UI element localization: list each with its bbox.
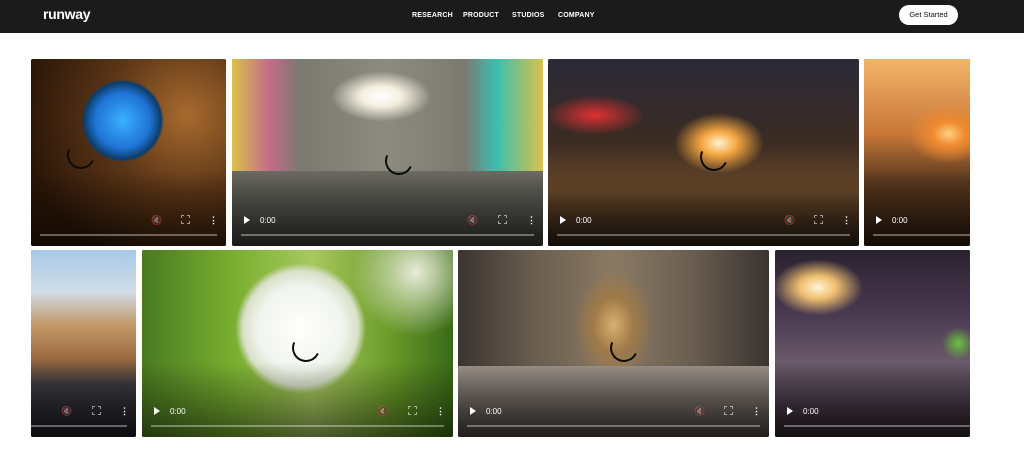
video-tile-light-tunnel[interactable]: 0:00 (775, 250, 970, 437)
video-tile-dandelion[interactable]: 0:00 🔇 ⋮ (142, 250, 453, 437)
video-tile-cave[interactable]: 🔇 ⋮ (31, 59, 226, 246)
mute-icon[interactable]: 🔇 (61, 406, 72, 417)
more-options-icon[interactable]: ⋮ (120, 406, 129, 417)
fullscreen-icon[interactable] (724, 406, 733, 415)
video-controls: 0:00 🔇 ⋮ (142, 397, 453, 437)
progress-bar[interactable] (784, 425, 970, 427)
nav-research[interactable]: RESEARCH (412, 12, 453, 19)
nav-product[interactable]: PRODUCT (463, 12, 499, 19)
video-time: 0:00 (170, 407, 186, 416)
video-time: 0:00 (576, 216, 592, 225)
video-controls: 0:00 🔇 ⋮ (458, 397, 769, 437)
video-time: 0:00 (486, 407, 502, 416)
video-tile-sunset-street[interactable]: 0:00 (864, 59, 970, 246)
video-tile-old-town[interactable]: 🔇 ⋮ (31, 250, 136, 437)
more-options-icon[interactable]: ⋮ (209, 215, 218, 226)
fullscreen-icon[interactable] (498, 215, 507, 224)
video-time: 0:00 (260, 216, 276, 225)
top-navigation-bar: runway RESEARCH PRODUCT STUDIOS COMPANY … (0, 0, 1024, 33)
fullscreen-icon[interactable] (408, 406, 417, 415)
play-icon[interactable] (560, 216, 566, 224)
progress-bar[interactable] (31, 425, 127, 427)
mute-icon[interactable]: 🔇 (694, 406, 705, 417)
progress-bar[interactable] (241, 234, 534, 236)
mute-icon[interactable]: 🔇 (151, 215, 162, 226)
fullscreen-icon[interactable] (181, 215, 190, 224)
video-controls: 🔇 ⋮ (31, 397, 136, 437)
play-icon[interactable] (244, 216, 250, 224)
more-options-icon[interactable]: ⋮ (752, 406, 761, 417)
more-options-icon[interactable]: ⋮ (842, 215, 851, 226)
nav-company[interactable]: COMPANY (558, 12, 595, 19)
video-controls: 0:00 (864, 206, 970, 246)
video-controls: 0:00 🔇 ⋮ (548, 206, 859, 246)
progress-bar[interactable] (40, 234, 217, 236)
video-tile-night-market[interactable]: 0:00 🔇 ⋮ (548, 59, 859, 246)
more-options-icon[interactable]: ⋮ (436, 406, 445, 417)
video-tile-cathedral[interactable]: 0:00 🔇 ⋮ (458, 250, 769, 437)
progress-bar[interactable] (151, 425, 444, 427)
video-time: 0:00 (803, 407, 819, 416)
more-options-icon[interactable]: ⋮ (527, 215, 536, 226)
fullscreen-icon[interactable] (814, 215, 823, 224)
video-controls: 🔇 ⋮ (31, 206, 226, 246)
play-icon[interactable] (876, 216, 882, 224)
video-tile-graffiti-room[interactable]: 0:00 🔇 ⋮ (232, 59, 543, 246)
video-controls: 0:00 (775, 397, 970, 437)
play-icon[interactable] (470, 407, 476, 415)
fullscreen-icon[interactable] (92, 406, 101, 415)
play-icon[interactable] (787, 407, 793, 415)
video-controls: 0:00 🔇 ⋮ (232, 206, 543, 246)
play-icon[interactable] (154, 407, 160, 415)
video-time: 0:00 (892, 216, 908, 225)
get-started-button[interactable]: Get Started (899, 5, 958, 25)
mute-icon[interactable]: 🔇 (784, 215, 795, 226)
runway-logo[interactable]: runway (43, 6, 91, 22)
progress-bar[interactable] (873, 234, 970, 236)
progress-bar[interactable] (557, 234, 850, 236)
mute-icon[interactable]: 🔇 (377, 406, 388, 417)
nav-studios[interactable]: STUDIOS (512, 12, 545, 19)
progress-bar[interactable] (467, 425, 760, 427)
mute-icon[interactable]: 🔇 (467, 215, 478, 226)
